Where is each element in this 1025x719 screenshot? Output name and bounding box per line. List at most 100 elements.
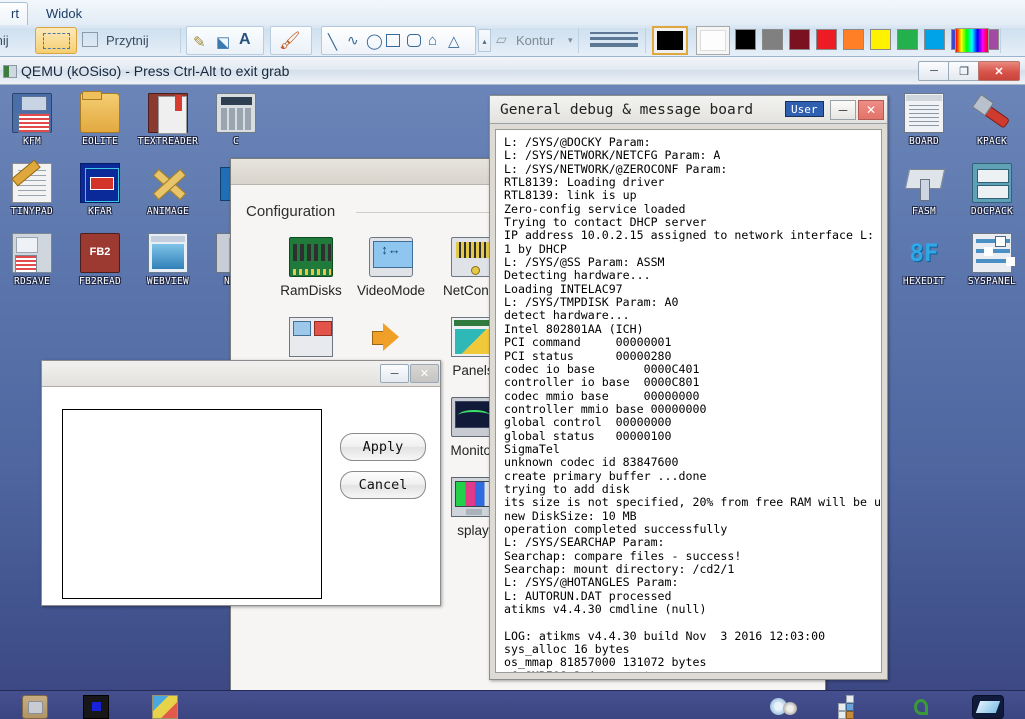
blocks-tray-icon[interactable] <box>838 695 864 719</box>
primary-color-swatch[interactable] <box>652 26 688 55</box>
apply-button[interactable]: Apply <box>340 433 426 461</box>
desktop-icon-kpack[interactable]: KPACK <box>958 93 1025 147</box>
user-badge[interactable]: User <box>785 101 824 117</box>
secondary-color-swatch[interactable] <box>696 26 730 55</box>
desktop-icon-tinypad[interactable]: TINYPAD <box>0 163 66 217</box>
minimize-icon: ─ <box>839 103 848 117</box>
palette-swatch[interactable] <box>762 29 783 50</box>
line-icon[interactable]: ╲ <box>328 33 337 51</box>
palette-swatch[interactable] <box>735 29 756 50</box>
desktop-icon-board[interactable]: BOARD <box>890 93 958 147</box>
volume-icon <box>369 317 413 357</box>
desktop-icon-syspanel[interactable]: SYSPANEL <box>958 233 1025 287</box>
desktop-icon-webview[interactable]: WEBVIEW <box>134 233 202 287</box>
polygon-icon[interactable]: ⌂ <box>428 32 437 49</box>
rounded-rect-icon[interactable] <box>407 34 421 47</box>
apply-cancel-dialog[interactable]: ─ ✕ Apply Cancel <box>41 360 441 606</box>
ellipse-icon[interactable]: ◯ <box>366 32 383 50</box>
palette-swatch[interactable] <box>924 29 945 50</box>
ribbon-tab-start[interactable]: rt <box>0 2 28 25</box>
syspanel-icon <box>972 233 1012 273</box>
ribbon-tab-strip: rt Widok <box>0 0 1025 25</box>
ribbon-content: tnij Przytnij ✎ ⬕ A 🖌 ╲ ∿ <box>0 25 1025 56</box>
textreader-icon <box>148 93 188 133</box>
desktop-icon-eolite[interactable]: EOLITE <box>66 93 134 147</box>
outline-caret-icon[interactable]: ▾ <box>568 25 573 56</box>
desktop-icon-label: BOARD <box>890 136 958 147</box>
outline-label[interactable]: Kontur <box>516 25 554 56</box>
desktop-icon-textreader[interactable]: TEXTREADER <box>134 93 202 147</box>
outline-icon: ▱ <box>496 31 507 48</box>
palette-swatch[interactable] <box>816 29 837 50</box>
docpack-icon <box>972 163 1012 203</box>
maximize-icon: ❐ <box>959 65 969 78</box>
line-thickness-group[interactable] <box>590 32 638 50</box>
qemu-minimize-button[interactable]: ─ <box>918 61 950 81</box>
edit-colors-icon[interactable] <box>955 28 989 53</box>
desktop-icon-label: SYSPANEL <box>958 276 1025 287</box>
desktop-icon-kfm[interactable]: KFM <box>0 93 66 147</box>
debug-minimize-button[interactable]: ─ <box>830 100 856 120</box>
desktop-icon-label: HEXEDIT <box>890 276 958 287</box>
qemu-close-button[interactable]: ✕ <box>978 61 1020 81</box>
fill-icon[interactable]: ⬕ <box>216 33 230 51</box>
desktop-icon-label: WEBVIEW <box>134 276 202 287</box>
debug-close-button[interactable]: ✕ <box>858 100 884 120</box>
selection-tool-button[interactable] <box>35 27 77 54</box>
dialog-close-button[interactable]: ✕ <box>410 364 439 383</box>
desktop-icon-kfar[interactable]: KFAR <box>66 163 134 217</box>
desktop-icon-c[interactable]: C <box>202 93 270 147</box>
ribbon-tab-widok[interactable]: Widok <box>36 3 92 25</box>
debug-board-titlebar[interactable]: General debug & message board User ─ ✕ <box>490 96 887 124</box>
palette-swatch[interactable] <box>897 29 918 50</box>
qemu-app-icon <box>3 65 17 78</box>
colors-app-icon[interactable] <box>152 695 178 719</box>
fb2read-icon <box>80 233 120 273</box>
shapes-gallery: ╲ ∿ ◯ ⌂ △ <box>321 26 476 55</box>
shapes-more-button[interactable]: ▴ <box>478 29 491 52</box>
brush-group[interactable]: 🖌 <box>270 26 312 55</box>
cancel-button[interactable]: Cancel <box>340 471 426 499</box>
text-icon[interactable]: A <box>239 31 251 49</box>
palette-swatch[interactable] <box>870 29 891 50</box>
qemu-maximize-button[interactable]: ❐ <box>948 61 980 81</box>
videomode-icon <box>369 237 413 277</box>
desktop-icon-docpack[interactable]: DOCPACK <box>958 163 1025 217</box>
start-menu-icon[interactable] <box>22 695 48 719</box>
dialog-body: Apply Cancel <box>42 387 440 605</box>
debug-board-window[interactable]: General debug & message board User ─ ✕ L… <box>489 95 888 680</box>
desktop-icon-rdsave[interactable]: RDSAVE <box>0 233 66 287</box>
palette-swatch[interactable] <box>789 29 810 50</box>
desktop-icon-fasm[interactable]: FASM <box>890 163 958 217</box>
rectangle-icon[interactable] <box>386 34 400 47</box>
c-icon <box>216 93 256 133</box>
palette-swatch[interactable] <box>843 29 864 50</box>
desktop-icon-label: FB2READ <box>66 276 134 287</box>
snake-tray-icon[interactable] <box>908 695 934 719</box>
crop-label[interactable]: Przytnij <box>106 25 149 56</box>
skinconfig-icon <box>289 317 333 357</box>
triangle-icon[interactable]: △ <box>448 32 460 50</box>
dialog-titlebar[interactable]: ─ ✕ <box>42 361 440 387</box>
pencil-icon[interactable]: ✎ <box>193 33 206 51</box>
app-black-icon[interactable] <box>83 695 109 719</box>
rdsave-icon <box>12 233 52 273</box>
space-tray-icon[interactable] <box>972 695 1004 719</box>
ribbon-tab-widok-label: Widok <box>46 6 82 21</box>
debug-log-text[interactable]: L: /SYS/@DOCKY Param: L: /SYS/NETWORK/NE… <box>495 129 882 673</box>
dialog-preview-canvas[interactable] <box>62 409 322 599</box>
crop-icon <box>82 32 98 47</box>
qemu-window-titlebar[interactable]: QEMU (kOSiso) - Press Ctrl-Alt to exit g… <box>0 57 1025 85</box>
select-tool-label[interactable]: tnij <box>0 25 9 56</box>
brush-icon: 🖌 <box>279 31 301 51</box>
desktop-icon-fb2read[interactable]: FB2READ <box>66 233 134 287</box>
ramdisks-icon <box>289 237 333 277</box>
sound-tray-icon[interactable] <box>770 695 800 719</box>
board-icon <box>904 93 944 133</box>
minimize-icon: ─ <box>930 65 938 77</box>
kpack-icon <box>972 93 1012 133</box>
dialog-minimize-button[interactable]: ─ <box>380 364 409 383</box>
desktop-icon-animage[interactable]: ANIMAGE <box>134 163 202 217</box>
desktop-icon-hexedit[interactable]: 8FHEXEDIT <box>890 233 958 287</box>
curve-icon[interactable]: ∿ <box>347 32 359 49</box>
